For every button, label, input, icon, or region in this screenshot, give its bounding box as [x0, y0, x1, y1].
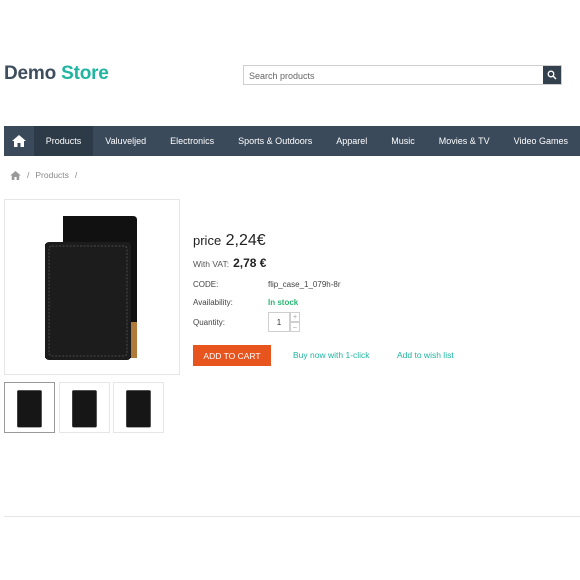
search-icon	[547, 70, 557, 80]
quantity-label: Quantity:	[193, 318, 226, 327]
product-thumbnail[interactable]	[59, 382, 110, 433]
home-icon[interactable]	[10, 170, 21, 180]
nav-item-music[interactable]: Music	[379, 126, 427, 156]
product-main-image[interactable]	[4, 199, 180, 375]
nav-item-sports-outdoors[interactable]: Sports & Outdoors	[226, 126, 324, 156]
nav-item-video-games[interactable]: Video Games	[502, 126, 580, 156]
nav-home[interactable]	[4, 126, 34, 156]
logo-part-demo: Demo	[4, 63, 56, 84]
flip-case-image	[45, 216, 137, 360]
product-thumbnail[interactable]	[113, 382, 164, 433]
home-icon	[11, 135, 26, 147]
product-thumbnail[interactable]	[4, 382, 55, 433]
quantity-row: Quantity:	[193, 318, 225, 327]
store-logo[interactable]: Demo Store	[4, 63, 109, 85]
add-to-cart-button[interactable]: ADD TO CART	[193, 345, 271, 366]
vat-price: With VAT: 2,78 €	[193, 256, 266, 270]
code-label: CODE:	[193, 280, 219, 289]
quantity-decrease-button[interactable]: –	[290, 322, 300, 332]
nav-item-movies-tv[interactable]: Movies & TV	[427, 126, 502, 156]
price-label: price	[193, 233, 222, 248]
quantity-stepper: 1 + –	[268, 312, 302, 332]
availability-label: Availability:	[193, 298, 233, 307]
breadcrumb-separator: /	[27, 170, 30, 180]
logo-part-store: Store	[61, 63, 109, 84]
wishlist-link[interactable]: Add to wish list	[397, 350, 454, 360]
main-nav: Products Valuveljed Electronics Sports &…	[4, 126, 580, 156]
divider	[4, 516, 580, 517]
product-price: price 2,24€	[193, 232, 266, 250]
stock-status: In stock	[268, 298, 299, 307]
nav-item-apparel[interactable]: Apparel	[324, 126, 379, 156]
nav-item-products[interactable]: Products	[33, 126, 94, 156]
vat-value: 2,78 €	[233, 256, 267, 270]
nav-item-electronics[interactable]: Electronics	[158, 126, 226, 156]
breadcrumb: / Products /	[10, 170, 77, 180]
flip-case-thumb-image	[71, 389, 97, 427]
availability-row: Availability: In stock	[193, 298, 298, 307]
buy-now-link[interactable]: Buy now with 1-click	[293, 350, 370, 360]
vat-label: With VAT:	[193, 259, 230, 269]
quantity-input[interactable]: 1	[268, 312, 290, 332]
search-button[interactable]	[543, 66, 561, 84]
search-input[interactable]	[249, 68, 539, 83]
nav-item-valuveljed[interactable]: Valuveljed	[93, 126, 158, 156]
flip-case-thumb-image	[125, 389, 151, 427]
quantity-increase-button[interactable]: +	[290, 312, 300, 322]
price-value: 2,24€	[225, 232, 266, 249]
breadcrumb-separator: /	[74, 170, 78, 180]
breadcrumb-products[interactable]: Products	[35, 170, 69, 180]
flip-case-thumb-image	[16, 389, 42, 427]
code-value: flip_case_1_079h-8r	[268, 280, 341, 289]
search-bar	[243, 65, 562, 85]
product-code-row: CODE: flip_case_1_079h-8r	[193, 280, 341, 289]
